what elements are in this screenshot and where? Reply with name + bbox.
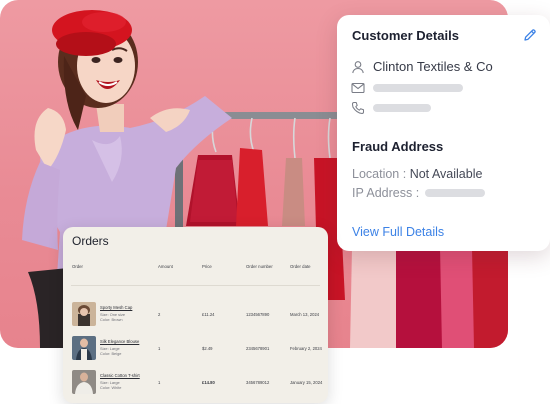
order-number: 2345678901 xyxy=(246,346,270,351)
order-amount: 1 xyxy=(158,346,161,351)
product-name[interactable]: Classic Cotton T-shirt xyxy=(100,373,140,378)
ip-address-row: IP Address : xyxy=(352,186,486,200)
product-color: Color: Brown xyxy=(100,317,123,322)
phone-icon xyxy=(351,101,365,115)
ip-address-label: IP Address : xyxy=(352,186,420,200)
order-price: £14.80 xyxy=(202,380,215,385)
ip-address-placeholder xyxy=(425,189,486,197)
order-amount: 2 xyxy=(158,312,161,317)
fraud-address-title: Fraud Address xyxy=(352,139,444,154)
column-header-order-date: Order date xyxy=(290,264,311,269)
header-divider xyxy=(71,285,320,286)
column-header-amount: Amount xyxy=(158,264,173,269)
view-full-details-link[interactable]: View Full Details xyxy=(352,225,444,239)
order-date: March 13, 2024 xyxy=(290,312,320,317)
order-price: £11.24 xyxy=(202,312,215,317)
location-value: Not Available xyxy=(409,167,483,181)
cap-product-image xyxy=(72,302,96,326)
product-color: Color: Beige xyxy=(100,351,122,356)
column-header-order: Order xyxy=(72,264,83,269)
product-thumbnail xyxy=(72,336,96,360)
customer-phone-row xyxy=(351,101,431,115)
column-header-order-number: Order number xyxy=(246,264,273,269)
orders-card: Orders Order Amount Price Order number O… xyxy=(63,227,328,403)
product-color: Color: White xyxy=(100,385,122,390)
email-placeholder xyxy=(373,84,463,92)
product-thumbnail xyxy=(72,370,96,394)
customer-name-row: Clinton Textiles & Co xyxy=(351,59,493,74)
orders-title: Orders xyxy=(72,234,109,248)
mail-icon xyxy=(351,82,365,94)
blouse-product-image xyxy=(72,336,96,360)
order-date: February 2, 2024 xyxy=(290,346,322,351)
product-name[interactable]: Sporty Mesh Cap xyxy=(100,305,132,310)
order-amount: 1 xyxy=(158,380,161,385)
location-label: Location : xyxy=(352,167,407,181)
pencil-icon[interactable] xyxy=(523,28,537,42)
table-row[interactable]: Silk Elegance Blouse Size: Large Color: … xyxy=(63,336,328,366)
customer-details-title: Customer Details xyxy=(352,28,459,43)
table-row[interactable]: Sporty Mesh Cap Size: One size Color: Br… xyxy=(63,302,328,332)
order-price: $2.49 xyxy=(202,346,213,351)
customer-company-name: Clinton Textiles & Co xyxy=(373,59,493,74)
phone-placeholder xyxy=(373,104,431,112)
location-row: Location : Not Available xyxy=(352,167,482,181)
customer-details-card: Customer Details Clinton Textiles & Co F… xyxy=(337,15,550,251)
customer-email-row xyxy=(351,81,463,95)
product-name[interactable]: Silk Elegance Blouse xyxy=(100,339,139,344)
tshirt-product-image xyxy=(72,370,96,394)
person-icon xyxy=(352,60,364,73)
column-header-price: Price xyxy=(202,264,212,269)
order-number: 3456789012 xyxy=(246,380,270,385)
order-number: 1234567890 xyxy=(246,312,270,317)
order-date: January 15, 2024 xyxy=(290,380,323,385)
table-row[interactable]: Classic Cotton T-shirt Size: Large Color… xyxy=(63,370,328,400)
product-thumbnail xyxy=(72,302,96,326)
